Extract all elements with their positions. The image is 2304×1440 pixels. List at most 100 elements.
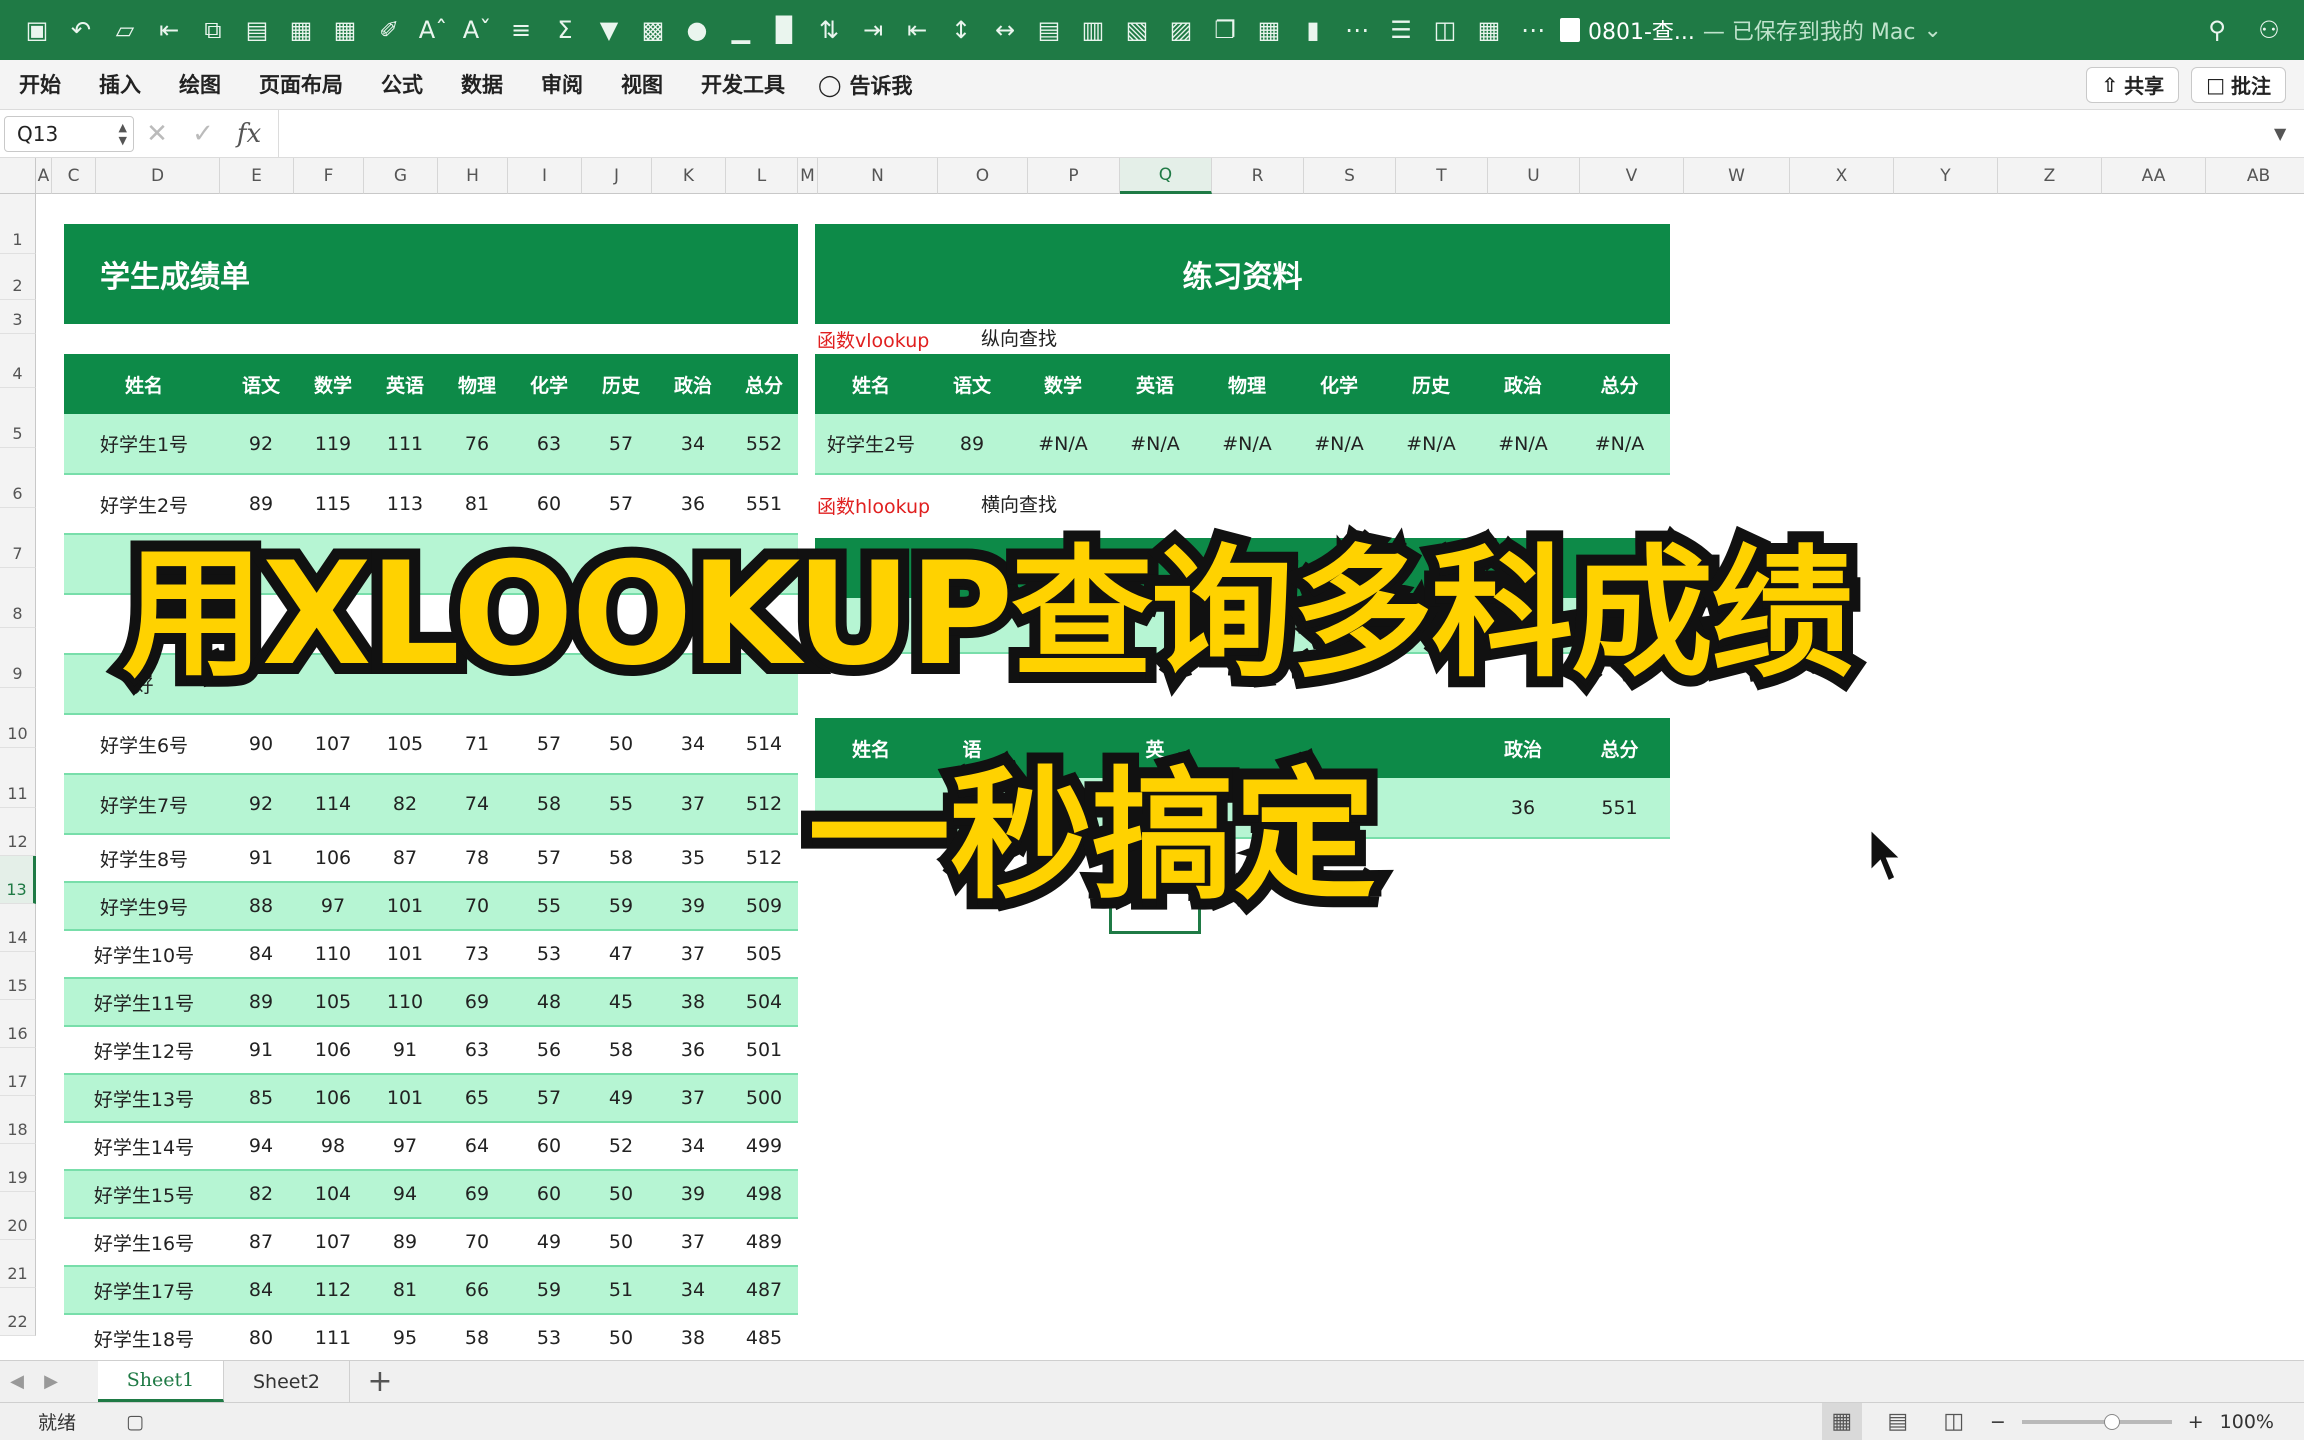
- cancel-icon[interactable]: ✕: [134, 119, 180, 149]
- tab-developer[interactable]: 开发工具: [682, 60, 804, 110]
- lt-cell[interactable]: 552: [730, 414, 798, 475]
- lt-cell[interactable]: 58: [512, 774, 586, 835]
- macro-record-icon[interactable]: ▢: [126, 1411, 144, 1433]
- lt-cell[interactable]: 59: [586, 882, 656, 931]
- indent-icon[interactable]: ⇤: [150, 11, 188, 49]
- font-increase-icon[interactable]: Aˆ: [414, 11, 452, 49]
- lt-cell[interactable]: 90: [224, 714, 298, 775]
- row-header-7[interactable]: 7: [0, 508, 36, 568]
- lt-cell[interactable]: 55: [512, 882, 586, 931]
- lt-cell[interactable]: 106: [298, 834, 368, 883]
- lt-cell[interactable]: 71: [442, 714, 512, 775]
- column-header-o[interactable]: O: [938, 158, 1028, 194]
- lt-cell[interactable]: 好学生17号: [64, 1266, 224, 1315]
- insert-sheet-icon[interactable]: ▥: [1074, 11, 1112, 49]
- lt-cell[interactable]: 89: [368, 1218, 442, 1267]
- lt-cell[interactable]: 好学生12号: [64, 1026, 224, 1075]
- tab-data[interactable]: 数据: [442, 60, 522, 110]
- highlight-icon[interactable]: ✐: [370, 11, 408, 49]
- row-header-19[interactable]: 19: [0, 1144, 36, 1192]
- add-sheet-icon[interactable]: +: [350, 1361, 410, 1402]
- lt-cell[interactable]: 70: [442, 882, 512, 931]
- lt-cell[interactable]: 81: [368, 1266, 442, 1315]
- layout-icon[interactable]: ◫: [1426, 11, 1464, 49]
- lt-cell[interactable]: 58: [442, 1314, 512, 1360]
- insert-function-icon[interactable]: fx: [226, 119, 272, 149]
- row-header-6[interactable]: 6: [0, 448, 36, 508]
- sheet-tab-sheet1[interactable]: Sheet1: [98, 1361, 224, 1402]
- page-break-view-icon[interactable]: ◫: [1934, 1403, 1974, 1440]
- vlookup-result-cell[interactable]: #N/A: [1293, 414, 1385, 475]
- save-icon[interactable]: ▣: [18, 11, 56, 49]
- lt-cell[interactable]: 53: [512, 930, 586, 979]
- lt-cell[interactable]: 84: [224, 930, 298, 979]
- lt-cell[interactable]: 114: [298, 774, 368, 835]
- lt-cell[interactable]: 91: [368, 1026, 442, 1075]
- worksheet-grid[interactable]: A C D E F G H I J K L M N O P Q R S T U V W X Y Z AA AB 1234567891…: [0, 158, 2304, 1360]
- column-header-ab[interactable]: AB: [2206, 158, 2304, 194]
- font-decrease-icon[interactable]: Aˇ: [458, 11, 496, 49]
- clear-icon[interactable]: ▨: [1162, 11, 1200, 49]
- lt-cell[interactable]: 101: [368, 1074, 442, 1123]
- lt-cell[interactable]: 91: [224, 834, 298, 883]
- column-header-d[interactable]: D: [96, 158, 220, 194]
- lt-cell[interactable]: 107: [298, 1218, 368, 1267]
- lt-cell[interactable]: 95: [368, 1314, 442, 1360]
- search-icon[interactable]: ⚲: [2198, 11, 2236, 49]
- lt-cell[interactable]: 509: [730, 882, 798, 931]
- lt-cell[interactable]: 57: [512, 834, 586, 883]
- lt-cell[interactable]: 59: [512, 1266, 586, 1315]
- borders-icon[interactable]: ▦: [326, 11, 364, 49]
- formula-input[interactable]: [278, 110, 2274, 157]
- share-person-icon[interactable]: ⚇: [2250, 11, 2288, 49]
- lt-cell[interactable]: 58: [586, 834, 656, 883]
- lt-cell[interactable]: 52: [586, 1122, 656, 1171]
- table-icon[interactable]: ▦: [282, 11, 320, 49]
- zoom-out-icon[interactable]: −: [1990, 1411, 2006, 1433]
- lt-cell[interactable]: 78: [442, 834, 512, 883]
- lt-cell[interactable]: 101: [368, 930, 442, 979]
- zoom-in-icon[interactable]: +: [2188, 1411, 2204, 1433]
- confirm-icon[interactable]: ✓: [180, 119, 226, 149]
- column-header-q[interactable]: Q: [1120, 158, 1212, 194]
- lt-cell[interactable]: 504: [730, 978, 798, 1027]
- zoom-slider-thumb[interactable]: [2103, 1413, 2120, 1430]
- align-right-icon[interactable]: ⇥: [854, 11, 892, 49]
- next-sheet-icon[interactable]: ▶: [34, 1361, 68, 1402]
- split-icon[interactable]: ↕: [942, 11, 980, 49]
- column-header-f[interactable]: F: [294, 158, 364, 194]
- lt-cell[interactable]: 39: [656, 1170, 730, 1219]
- column-header-j[interactable]: J: [582, 158, 652, 194]
- insert-cells-icon[interactable]: ▧: [1118, 11, 1156, 49]
- lt-cell[interactable]: 37: [656, 774, 730, 835]
- lt-cell[interactable]: 37: [656, 1074, 730, 1123]
- lt-cell[interactable]: 48: [512, 978, 586, 1027]
- row-header-10[interactable]: 10: [0, 688, 36, 748]
- vlookup-result-cell[interactable]: #N/A: [1477, 414, 1569, 475]
- lt-cell[interactable]: 57: [512, 714, 586, 775]
- row-header-18[interactable]: 18: [0, 1096, 36, 1144]
- lt-cell[interactable]: 好学生8号: [64, 834, 224, 883]
- column-header-k[interactable]: K: [652, 158, 726, 194]
- lt-cell[interactable]: 50: [586, 714, 656, 775]
- sheet-tab-sheet2[interactable]: Sheet2: [224, 1361, 350, 1402]
- paste-icon[interactable]: ▤: [238, 11, 276, 49]
- calendar-icon[interactable]: ▦: [1470, 11, 1508, 49]
- column-header-s[interactable]: S: [1304, 158, 1396, 194]
- zoom-level[interactable]: 100%: [2220, 1411, 2274, 1433]
- row-header-17[interactable]: 17: [0, 1048, 36, 1096]
- lt-cell[interactable]: 34: [656, 1122, 730, 1171]
- lt-cell[interactable]: 37: [656, 1218, 730, 1267]
- lt-cell[interactable]: 105: [298, 978, 368, 1027]
- lt-cell[interactable]: 82: [224, 1170, 298, 1219]
- lt-cell[interactable]: 110: [298, 930, 368, 979]
- row-header-21[interactable]: 21: [0, 1240, 36, 1288]
- lt-cell[interactable]: 49: [512, 1218, 586, 1267]
- lt-cell[interactable]: 73: [442, 930, 512, 979]
- lt-cell[interactable]: 好学生6号: [64, 714, 224, 775]
- lt-cell[interactable]: 好学生14号: [64, 1122, 224, 1171]
- lt-cell[interactable]: 57: [586, 414, 656, 475]
- shape-icon[interactable]: ●: [678, 11, 716, 49]
- lt-cell[interactable]: 92: [224, 774, 298, 835]
- column-header-e[interactable]: E: [220, 158, 294, 194]
